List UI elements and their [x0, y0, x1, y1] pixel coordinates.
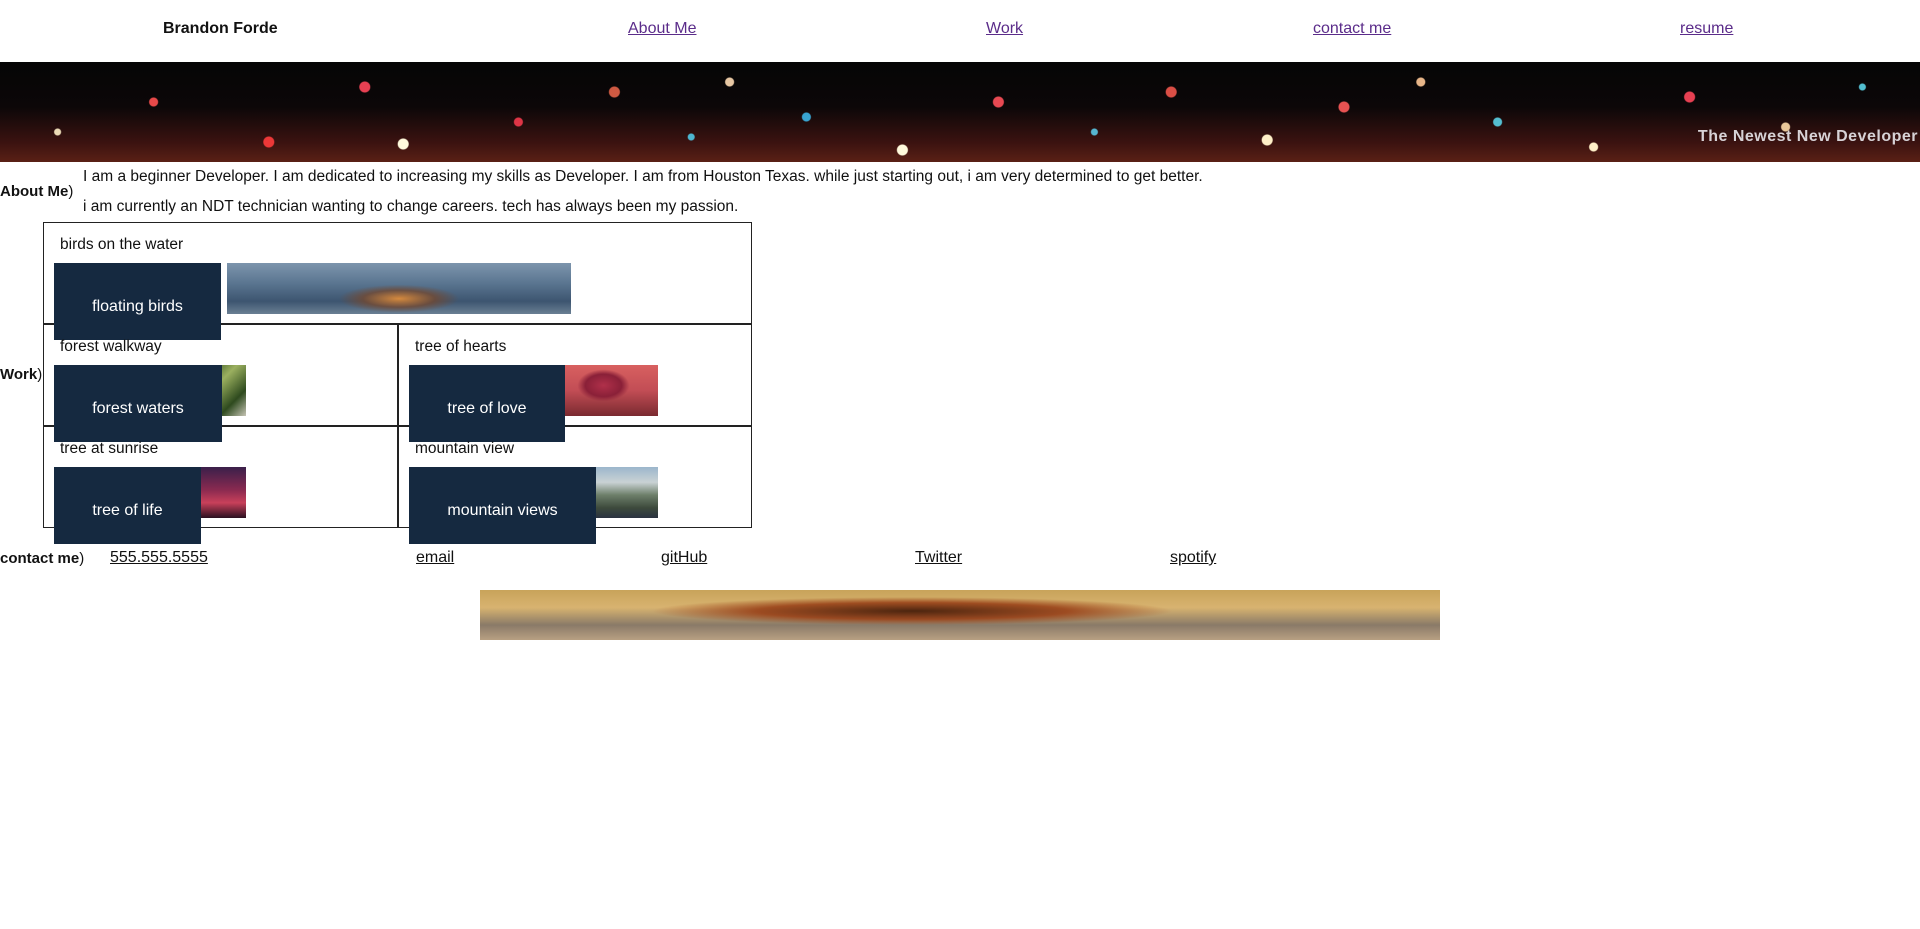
- top-nav: Brandon Forde About Me Work contact me r…: [0, 0, 1920, 62]
- nav-link-work[interactable]: Work: [986, 20, 1023, 38]
- footer-banner-image: [480, 590, 1440, 640]
- work-label-text: Work: [0, 366, 38, 383]
- work-card: forest walkway forest waters: [44, 325, 399, 442]
- hero-tagline: The Newest New Developer: [1697, 128, 1918, 145]
- nav-link-contact-me[interactable]: contact me: [1313, 20, 1391, 38]
- brand-name: Brandon Forde: [163, 20, 278, 37]
- work-card-title: forest walkway: [60, 338, 162, 355]
- about-paragraph-1: I am a beginner Developer. I am dedicate…: [83, 168, 1203, 185]
- tree-of-hearts-thumbnail-image: [549, 365, 658, 416]
- about-section-label: About Me): [0, 183, 73, 200]
- collapse-caret-icon: ): [68, 183, 74, 200]
- work-section-label: Work): [0, 366, 42, 383]
- work-card-title: tree of hearts: [415, 338, 507, 355]
- hero-banner: The Newest New Developer: [0, 62, 1920, 162]
- collapse-caret-icon: ): [37, 366, 43, 383]
- twitter-link[interactable]: Twitter: [915, 549, 962, 567]
- collapse-caret-icon: ): [79, 550, 85, 567]
- github-link[interactable]: gitHub: [661, 549, 707, 567]
- work-card-title: mountain view: [415, 440, 515, 457]
- birds-thumbnail-image: [227, 263, 571, 314]
- tree-of-life-button[interactable]: tree of life: [54, 467, 201, 544]
- email-link[interactable]: email: [416, 549, 454, 567]
- work-card: birds on the water floating birds: [44, 223, 751, 340]
- spotify-link[interactable]: spotify: [1170, 549, 1216, 567]
- mountain-views-button[interactable]: mountain views: [409, 467, 596, 544]
- work-grid: birds on the water floating birds forest…: [43, 222, 752, 544]
- nav-link-resume[interactable]: resume: [1680, 20, 1733, 38]
- about-paragraph-2: i am currently an NDT technician wanting…: [83, 198, 739, 215]
- work-card: mountain view mountain views: [399, 427, 751, 544]
- contact-label-text: contact me: [0, 550, 80, 567]
- contact-section-label: contact me): [0, 550, 84, 567]
- work-card-title: tree at sunrise: [60, 440, 159, 457]
- nav-link-about-me[interactable]: About Me: [628, 20, 696, 38]
- about-label-text: About Me: [0, 183, 69, 200]
- work-card-title: birds on the water: [60, 236, 184, 253]
- phone-link[interactable]: 555.555.5555: [110, 549, 208, 567]
- work-card: tree at sunrise tree of life: [44, 427, 399, 544]
- work-card: tree of hearts tree of love: [399, 325, 751, 442]
